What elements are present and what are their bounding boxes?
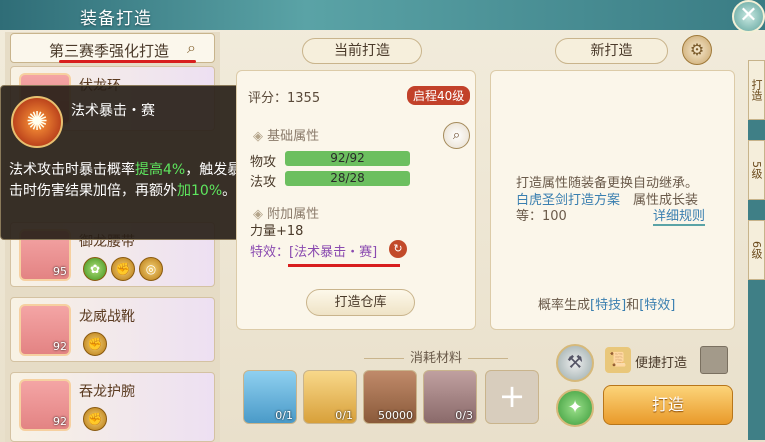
stat-bar: 28/28	[285, 171, 410, 186]
window-title: 装备打造	[80, 9, 152, 29]
desc-part: 。	[222, 183, 237, 199]
anvil-icon[interactable]: ⚒	[556, 344, 594, 382]
prob-part: 和	[626, 298, 640, 313]
prob-part: 概率生成	[538, 298, 591, 313]
warehouse-button[interactable]: 打造仓库	[306, 289, 415, 316]
search-box[interactable]: 第三赛季强化打造 ⌕	[10, 33, 215, 63]
lotus-gem-icon: ✿	[83, 257, 107, 281]
equipment-item[interactable]: 92 吞龙护腕 ✊	[10, 372, 215, 442]
material-slot[interactable]: 50000	[363, 370, 417, 424]
tooltip-desc: 法术攻击时暴击概率提高4%，触发暴击时伤害结果加倍，再额外加10%。	[9, 160, 244, 202]
item-image: 92	[19, 379, 71, 431]
fist-gem-icon: ✊	[83, 407, 107, 431]
probability-text: 概率生成[特技]和[特效]	[538, 294, 675, 313]
quick-forge-label: 便捷打造	[635, 356, 688, 371]
level-info: 等：100	[516, 209, 567, 224]
fist-gem-icon: ✊	[111, 257, 135, 281]
gift-icon[interactable]: ✦	[556, 389, 594, 427]
material-count: 0/1	[275, 409, 293, 422]
material-slot[interactable]: 0/3	[423, 370, 477, 424]
item-image: 92	[19, 304, 71, 356]
material-count: 0/3	[455, 409, 473, 422]
materials-header: 消耗材料	[358, 347, 514, 366]
item-level: 92	[53, 340, 67, 353]
red-underline	[59, 60, 196, 63]
add-material-button[interactable]: +	[485, 370, 539, 424]
desc-highlight: 加10%	[177, 183, 223, 199]
right-tab-strip: 打造 5级 6级	[748, 60, 765, 440]
effect-tooltip: ✺ 法术暴击・赛 法术攻击时暴击概率提高4%，触发暴击时伤害结果加倍，再额外加1…	[0, 85, 248, 240]
red-underline	[288, 264, 400, 267]
material-slot[interactable]: 0/1	[303, 370, 357, 424]
base-attr-header: 基础属性	[253, 125, 319, 144]
ring-gem-icon: ◎	[139, 257, 163, 281]
tooltip-title: 法术暴击・赛	[71, 103, 155, 119]
item-level: 95	[53, 265, 67, 278]
gear-icon[interactable]: ⚙	[682, 35, 712, 65]
equipment-item[interactable]: 92 龙威战靴 ✊	[10, 297, 215, 362]
level-badge: 启程40级	[407, 86, 471, 105]
material-count: 50000	[378, 409, 413, 422]
tab-new-forge[interactable]: 新打造	[555, 38, 668, 64]
tab-current-forge[interactable]: 当前打造	[302, 38, 422, 64]
prob-link[interactable]: [特效]	[639, 298, 675, 313]
stat-label: 物攻	[250, 155, 277, 170]
rules-link[interactable]: 详细规则	[653, 205, 706, 226]
prob-link[interactable]: [特技]	[590, 298, 626, 313]
item-name: 吞龙护腕	[79, 384, 135, 400]
desc-part: 法术攻击时暴击概率	[9, 162, 135, 178]
side-tab-3[interactable]: 6级	[748, 220, 765, 280]
stat-label: 法攻	[250, 175, 277, 190]
scroll-icon: 📜	[605, 347, 631, 373]
search-input[interactable]: 第三赛季强化打造	[49, 40, 169, 61]
special-effect[interactable]: 特效：[法术暴击・赛]	[250, 241, 377, 260]
score-text: 评分：1355	[248, 91, 321, 106]
material-count: 0/1	[335, 409, 353, 422]
desc-highlight: 提高4%	[135, 162, 186, 178]
item-level: 92	[53, 415, 67, 428]
close-button[interactable]: ✕	[732, 0, 765, 33]
fist-gem-icon: ✊	[83, 332, 107, 356]
forge-button[interactable]: 打造	[603, 385, 733, 425]
search-icon[interactable]: ⌕	[187, 38, 207, 58]
magnifier-icon[interactable]: ⌕	[443, 122, 470, 149]
item-name: 龙威战靴	[79, 309, 135, 325]
stat-bar: 92/92	[285, 151, 410, 166]
extra-attr-value: 力量+18	[250, 224, 304, 239]
refresh-icon[interactable]: ↻	[389, 240, 407, 258]
side-tab-2[interactable]: 5级	[748, 140, 765, 200]
material-slot[interactable]: 0/1	[243, 370, 297, 424]
side-tab-1[interactable]: 打造	[748, 60, 765, 120]
flame-icon: ✺	[11, 96, 63, 148]
quick-forge-checkbox[interactable]	[700, 346, 728, 374]
